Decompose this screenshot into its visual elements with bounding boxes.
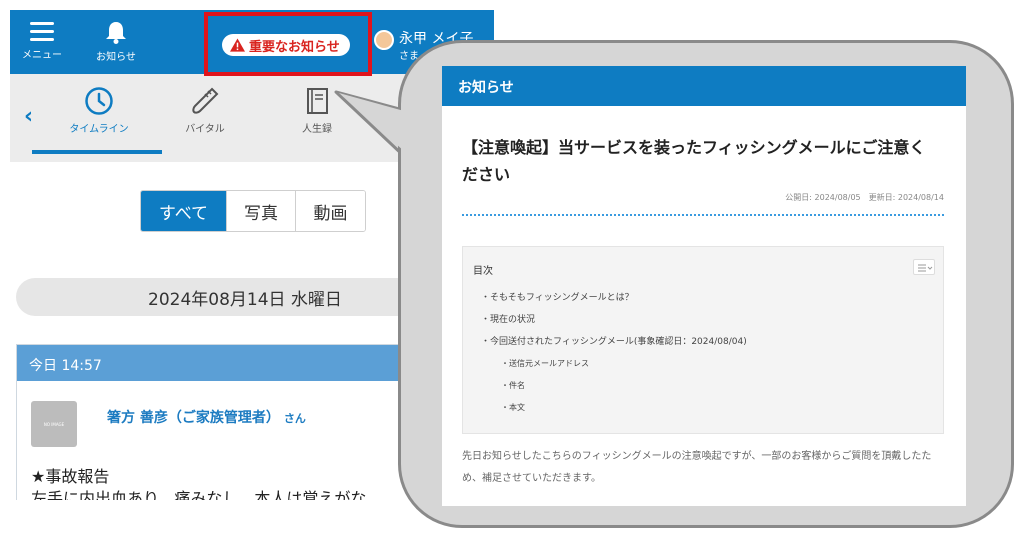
toc-toggle-button[interactable] [913,259,935,275]
toc-list: ・そもそもフィッシングメールとは？ ・現在の状況 ・今回送付されたフィッシングメ… [481,287,747,419]
notice-panel-header: お知らせ [442,66,966,106]
toc-subitem[interactable]: ・本文 [481,397,747,419]
list-toggle-icon [918,264,933,272]
notice-panel: お知らせ 【注意喚起】当サービスを装ったフィッシングメールにご注意ください 公開… [442,66,966,506]
updated-date: 更新日: 2024/08/14 [868,193,944,202]
article-dates: 公開日: 2024/08/05 更新日: 2024/08/14 [785,192,944,203]
article-title: 【注意喚起】当サービスを装ったフィッシングメールにご注意ください [462,138,926,184]
toc-item[interactable]: ・今回送付されたフィッシングメール(事象確認日：2024/08/04) [481,331,747,353]
toc-item[interactable]: ・そもそもフィッシングメールとは？ [481,287,747,309]
toc-subitem[interactable]: ・件名 [481,375,747,397]
published-date: 公開日: 2024/08/05 [785,193,861,202]
article-lead: 先日お知らせしたこちらのフィッシングメールの注意喚起ですが、一部のお客様からご質… [462,451,932,484]
toc-title: 目次 [473,266,493,277]
toc-subitem[interactable]: ・送信元メールアドレス [481,353,747,375]
table-of-contents: 目次 ・そもそもフィッシングメールとは？ ・現在の状況 ・今回送付されたフィッシ… [462,246,944,434]
divider [462,214,944,216]
toc-item[interactable]: ・現在の状況 [481,309,747,331]
